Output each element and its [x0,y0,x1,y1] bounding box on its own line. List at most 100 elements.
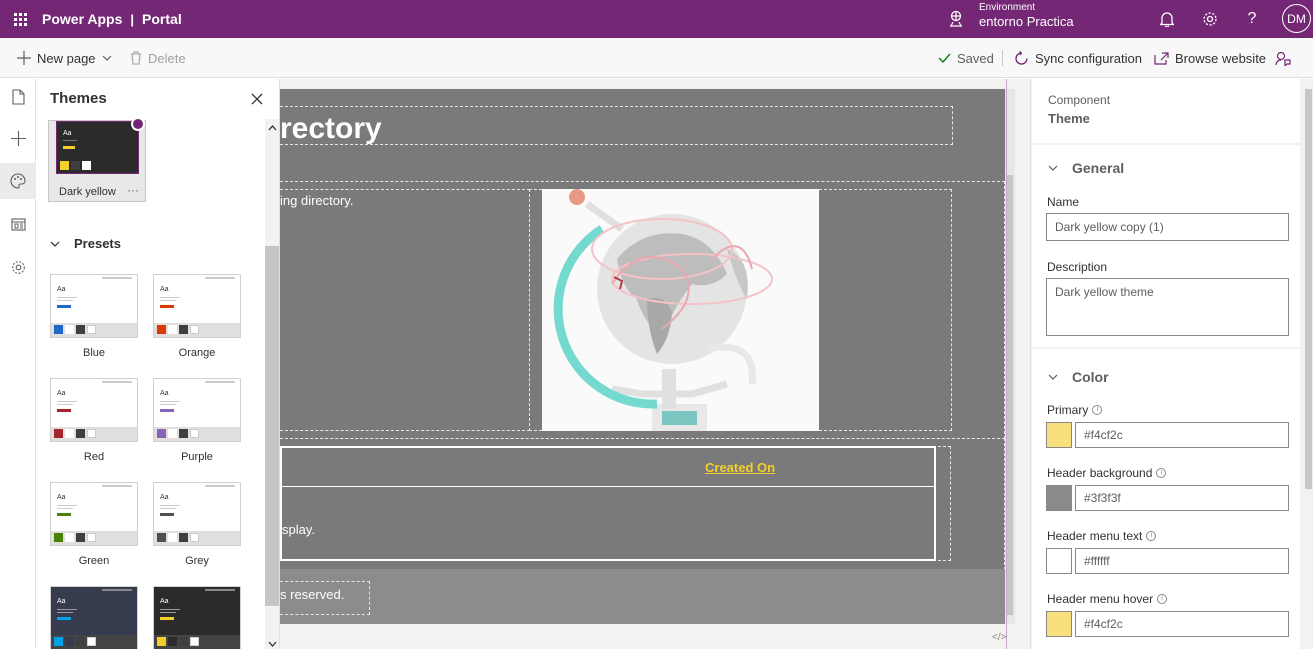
preset-name: Red [83,451,105,463]
preset-thumbnail: Aa [50,274,138,338]
product-name[interactable]: Power Apps [42,11,122,27]
general-title: General [1072,160,1125,176]
app-header: Power Apps | Portal Environment entorno … [0,0,1313,38]
intro-text[interactable]: ing directory. [280,193,353,208]
preset-card[interactable]: Aa Green [50,482,138,572]
settings-gear-icon[interactable] [1200,9,1220,29]
preset-name: Purple [181,451,213,463]
preset-card[interactable]: Aa Blue [50,274,138,364]
color-swatch[interactable] [1046,485,1072,511]
presets-title: Presets [74,236,121,251]
preset-thumbnail: Aa [153,482,241,546]
general-toggle[interactable]: General [1048,160,1124,176]
color-field-label: Primary i [1047,403,1103,417]
chevron-down-icon [1048,374,1058,380]
canvas-scroll-thumb[interactable] [1007,175,1013,615]
info-icon[interactable]: i [1146,531,1157,541]
text-column[interactable] [280,189,530,431]
checkmark-icon [938,53,951,63]
delete-button[interactable]: Delete [130,38,186,78]
component-value: Theme [1048,111,1090,126]
user-avatar[interactable]: DM [1282,4,1311,33]
chevron-down-icon [1048,165,1058,171]
scroll-up-icon[interactable] [268,124,277,133]
preset-thumbnail: Aa [50,586,138,649]
close-icon[interactable] [248,90,266,108]
templates-icon[interactable] [0,206,36,242]
environment-picker[interactable]: Environment entorno Practica [979,2,1074,30]
page-canvas[interactable]: rectory ing directory. Created On splay.… [280,89,1005,624]
component-section: Component Theme [1032,79,1300,143]
description-input[interactable]: Dark yellow theme [1046,278,1289,336]
color-field-label: Header menu text i [1047,529,1157,543]
sync-configuration-button[interactable]: Sync configuration [1014,38,1142,78]
new-page-button[interactable]: New page [17,38,112,78]
themes-scroll-thumb[interactable] [265,246,279,606]
app-launcher-icon[interactable] [6,0,34,38]
notifications-icon[interactable] [1157,9,1177,29]
preset-thumbnail: Aa [50,482,138,546]
color-field-label: Header background i [1047,466,1167,480]
saved-label: Saved [957,50,994,66]
color-hex-input[interactable]: #ffffff [1075,548,1289,574]
entity-list[interactable]: Created On splay. [280,446,936,561]
color-hex-input[interactable]: #f4cf2c [1075,422,1289,448]
info-icon[interactable]: i [1092,405,1103,415]
info-icon[interactable]: i [1157,594,1168,604]
color-toggle[interactable]: Color [1048,369,1109,385]
code-view-icon[interactable]: </> [992,632,1006,643]
color-swatch[interactable] [1046,611,1072,637]
brand-separator: | [130,11,135,27]
color-hex-input[interactable]: #3f3f3f [1075,485,1289,511]
browse-website-button[interactable]: Browse website [1154,38,1266,78]
preset-card[interactable]: Aa Purple [153,378,241,468]
info-icon[interactable]: i [1156,468,1167,478]
globe-image[interactable] [542,189,819,431]
feedback-button[interactable] [1275,38,1291,78]
sync-label: Sync configuration [1035,50,1142,66]
preset-name: Orange [178,347,216,359]
created-on-column-header[interactable]: Created On [705,460,775,475]
toolbar-divider [1002,50,1003,66]
preset-name: Blue [82,347,106,359]
site-name: Portal [142,11,182,27]
trash-icon [131,51,141,65]
selected-check-icon [131,117,145,131]
custom-theme-name: Dark yellow [59,186,116,198]
canvas-status-bar [280,624,1015,649]
preset-card[interactable]: Aa [153,586,241,649]
theme-card-dark-yellow[interactable]: Aa Dark yellow ··· [48,117,146,202]
environment-icon [948,10,964,28]
new-page-label: New page [37,50,96,66]
preset-thumbnail: Aa [153,586,241,649]
themes-palette-icon[interactable] [0,163,36,199]
preset-card[interactable]: Aa Red [50,378,138,468]
plus-icon [17,51,31,65]
help-icon[interactable]: ? [1242,9,1262,29]
page-heading[interactable]: rectory [280,112,382,146]
color-swatch[interactable] [1046,548,1072,574]
presets-toggle[interactable]: Presets [50,236,121,251]
preset-thumbnail: Aa [50,378,138,442]
open-external-icon [1154,51,1169,65]
site-settings-icon[interactable] [0,249,36,285]
environment-name: entorno Practica [979,14,1074,29]
page-footer[interactable]: s reserved. [280,569,1005,624]
color-title: Color [1072,369,1109,385]
preset-name: Green [78,555,110,567]
preset-card[interactable]: Aa Orange [153,274,241,364]
name-input[interactable]: Dark yellow copy (1) [1046,213,1289,241]
color-field-label: Header menu hover i [1047,592,1168,606]
color-swatch[interactable] [1046,422,1072,448]
list-header-divider [282,486,934,487]
preset-card[interactable]: Aa Grey [153,482,241,572]
properties-scroll-thumb[interactable] [1305,89,1312,489]
add-component-icon[interactable] [0,120,36,156]
preset-card[interactable]: Aa [50,586,138,649]
chevron-down-icon [50,241,60,247]
more-options-icon[interactable]: ··· [127,183,139,197]
color-hex-input[interactable]: #f4cf2c [1075,611,1289,637]
scroll-down-icon[interactable] [268,639,277,648]
sync-icon [1015,50,1028,65]
pages-icon[interactable] [0,79,36,115]
